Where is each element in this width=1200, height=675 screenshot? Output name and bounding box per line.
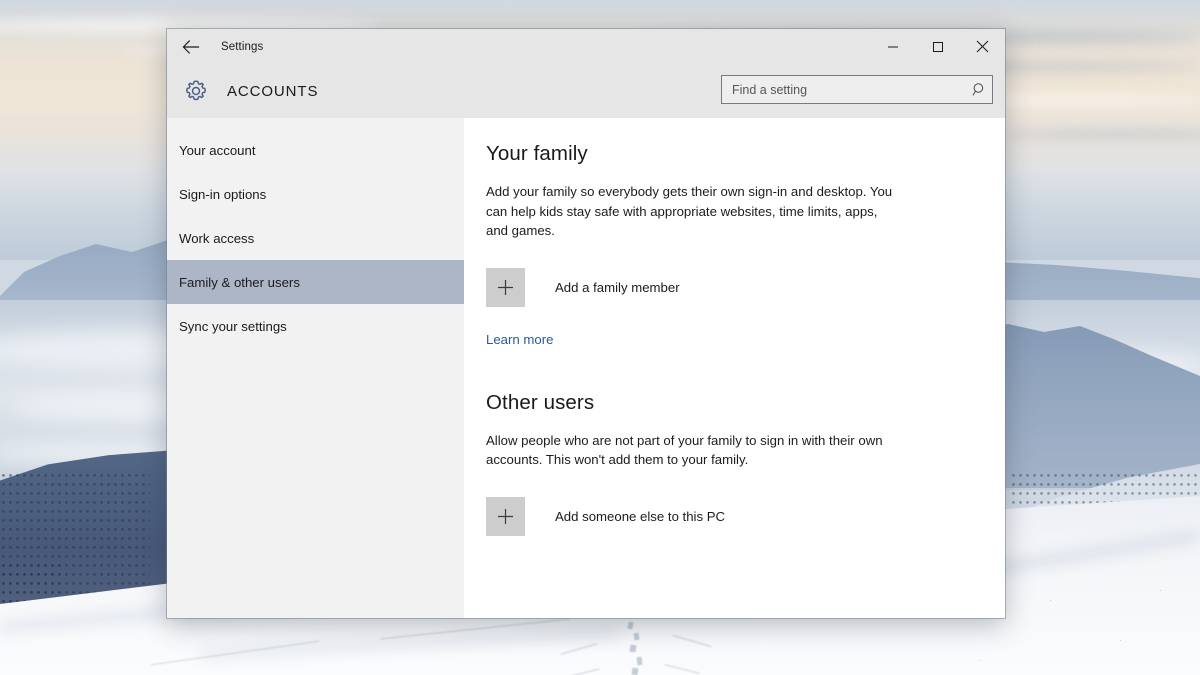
window-controls: [870, 29, 1005, 64]
sidebar-item-work-access[interactable]: Work access: [167, 216, 464, 260]
search-icon[interactable]: [966, 82, 992, 97]
page-header: ACCOUNTS: [167, 64, 1005, 118]
footprint: [636, 656, 643, 666]
back-arrow-icon[interactable]: [169, 31, 213, 63]
app-title: Settings: [221, 40, 264, 53]
footprint: [629, 644, 637, 653]
minimize-icon[interactable]: [870, 29, 915, 64]
search-input[interactable]: [722, 76, 966, 103]
sidebar-item-label: Sync your settings: [179, 318, 287, 334]
add-family-member-label: Add a family member: [555, 279, 680, 295]
add-family-member-row[interactable]: Add a family member: [486, 267, 975, 307]
add-someone-else-row[interactable]: Add someone else to this PC: [486, 496, 975, 536]
search-box[interactable]: [721, 75, 993, 104]
settings-content: Your family Add your family so everybody…: [464, 118, 1005, 618]
sidebar-item-label: Sign-in options: [179, 186, 267, 202]
sidebar-item-sync-your-settings[interactable]: Sync your settings: [167, 304, 464, 348]
title-bar: Settings: [167, 29, 1005, 64]
sidebar-item-label: Family & other users: [179, 274, 300, 290]
footprint: [631, 667, 639, 675]
footprint: [633, 632, 640, 641]
other-users-heading: Other users: [486, 390, 595, 414]
sidebar-item-label: Your account: [179, 142, 256, 158]
close-icon[interactable]: [960, 29, 1005, 64]
sidebar-item-label: Work access: [179, 230, 255, 246]
desktop-wallpaper: Settings ACCOUNTS Find a setting Your ac…: [0, 0, 1200, 675]
sidebar-nav: Your account Sign-in options Work access…: [167, 118, 464, 618]
learn-more-link[interactable]: Learn more: [486, 332, 553, 347]
sidebar-item-sign-in-options[interactable]: Sign-in options: [167, 172, 464, 216]
settings-window: Settings ACCOUNTS Find a setting Your ac…: [167, 29, 1005, 618]
window-body: Your account Sign-in options Work access…: [167, 118, 1005, 618]
other-users-description: Allow people who are not part of your fa…: [486, 432, 883, 468]
your-family-heading: Your family: [486, 142, 588, 165]
add-someone-else-label: Add someone else to this PC: [555, 508, 726, 524]
sidebar-item-family-other-users[interactable]: Family & other users: [167, 260, 464, 304]
page-title: ACCOUNTS: [227, 82, 319, 100]
maximize-icon[interactable]: [915, 29, 960, 64]
plus-icon[interactable]: [486, 496, 525, 536]
sidebar-item-your-account[interactable]: Your account: [167, 128, 464, 172]
plus-icon[interactable]: [486, 267, 525, 307]
gear-icon: [179, 74, 213, 108]
your-family-description: Add your family so everybody gets their …: [486, 184, 893, 238]
